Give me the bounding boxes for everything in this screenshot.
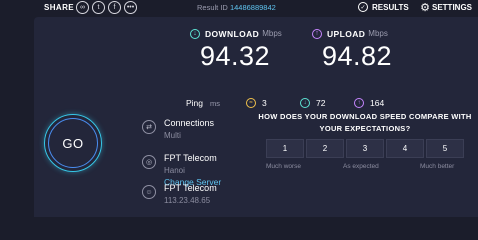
ping-download: ↓ 72 <box>300 98 325 108</box>
upload-unit: Mbps <box>368 29 388 38</box>
ping-upload-value: 164 <box>370 98 385 108</box>
rating-mid-label: As expected <box>343 163 379 170</box>
rating-high-label: Much better <box>420 163 455 170</box>
go-button[interactable]: GO <box>44 114 102 172</box>
connections-value[interactable]: Multi <box>164 131 214 140</box>
rating-4-button[interactable]: 4 <box>386 139 424 158</box>
download-latency-icon: ↓ <box>300 98 310 108</box>
server-location: Hanoi <box>164 166 185 175</box>
ping-idle-value: 3 <box>262 98 267 108</box>
check-icon: ✓ <box>358 2 368 12</box>
upload-metric: ↑ UPLOAD Mbps 94.82 <box>312 28 392 72</box>
connections-icon: ⇄ <box>142 120 156 134</box>
rating-scale: 1 2 3 4 5 <box>266 139 464 158</box>
rating-5-button[interactable]: 5 <box>426 139 464 158</box>
result-id: Result ID 14486889842 <box>197 3 276 12</box>
link-icon[interactable]: ∞ <box>76 1 89 14</box>
upload-value: 94.82 <box>322 41 393 71</box>
upload-latency-icon: ↑ <box>354 98 364 108</box>
upload-arrow-icon: ↑ <box>312 28 322 39</box>
settings-label: SETTINGS <box>432 2 473 12</box>
globe-icon: ◎ <box>142 155 156 169</box>
ping-label: Ping <box>186 98 204 108</box>
ping-unit: ms <box>210 99 220 108</box>
go-label: GO <box>48 118 98 168</box>
top-bar: SHARE ∞ t f ••• Result ID 14486889842 ✓ … <box>0 0 478 17</box>
compare-question: HOW DOES YOUR DOWNLOAD SPEED COMPARE WIT… <box>258 112 472 133</box>
ping-download-value: 72 <box>316 98 326 108</box>
idle-latency-icon: ≈ <box>246 98 256 108</box>
user-icon: ☺ <box>142 185 156 199</box>
server-info: ◎ FPT Telecom Hanoi Change Server <box>142 153 221 187</box>
share-icons: ∞ t f ••• <box>76 1 137 14</box>
results-button[interactable]: ✓ RESULTS <box>358 2 409 12</box>
result-id-label: Result ID <box>197 3 228 12</box>
ping-upload: ↑ 164 <box>354 98 384 108</box>
download-value: 94.32 <box>200 41 271 71</box>
more-icon[interactable]: ••• <box>124 1 137 14</box>
speedtest-panel: ↓ DOWNLOAD Mbps 94.32 ↑ UPLOAD Mbps 94.8… <box>34 17 478 217</box>
share-label: SHARE <box>44 3 75 12</box>
rating-3-button[interactable]: 3 <box>346 139 384 158</box>
twitter-icon[interactable]: t <box>92 1 105 14</box>
rating-low-label: Much worse <box>266 163 302 170</box>
result-id-value[interactable]: 14486889842 <box>230 3 276 12</box>
gear-icon: ⚙ <box>420 1 430 14</box>
host-ip: 113.23.48.65 <box>164 196 211 205</box>
connections-title: Connections <box>164 118 215 128</box>
connections-info: ⇄ Connections Multi <box>142 118 215 140</box>
download-unit: Mbps <box>262 29 282 38</box>
host-info: ☺ FPT Telecom 113.23.48.65 <box>142 183 217 205</box>
server-isp: FPT Telecom <box>164 153 217 163</box>
results-label: RESULTS <box>372 2 409 12</box>
upload-label: UPLOAD <box>327 28 366 39</box>
download-label: DOWNLOAD <box>205 28 260 39</box>
download-arrow-icon: ↓ <box>190 28 200 39</box>
download-metric: ↓ DOWNLOAD Mbps 94.32 <box>190 28 282 72</box>
ping-row: Ping ms ≈ 3 ↓ 72 ↑ 164 <box>34 98 478 110</box>
rating-2-button[interactable]: 2 <box>306 139 344 158</box>
rating-1-button[interactable]: 1 <box>266 139 304 158</box>
host-isp: FPT Telecom <box>164 183 217 193</box>
facebook-icon[interactable]: f <box>108 1 121 14</box>
settings-button[interactable]: ⚙ SETTINGS <box>420 1 473 14</box>
ping-idle: ≈ 3 <box>246 98 267 108</box>
